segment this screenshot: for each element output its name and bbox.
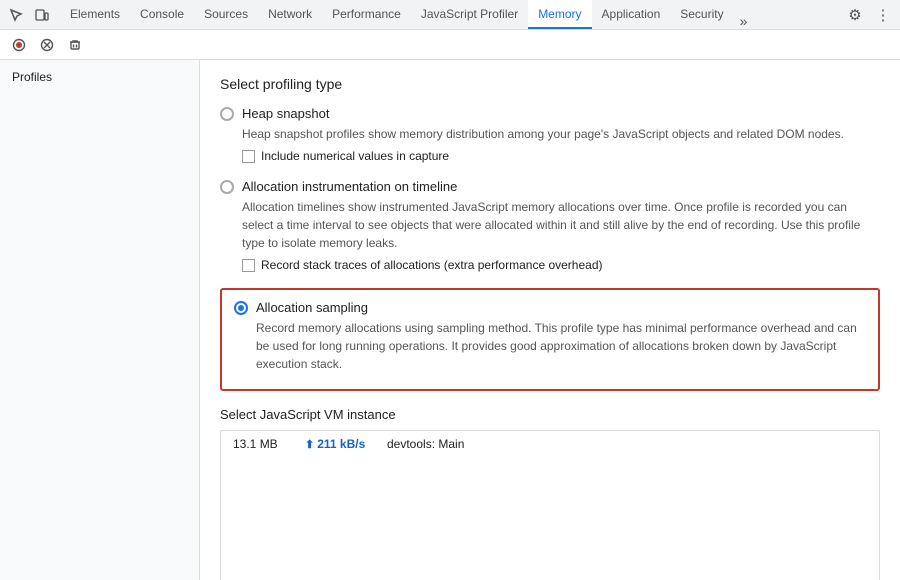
allocation-instrumentation-desc: Allocation timelines show instrumented J… (242, 198, 880, 252)
memory-toolbar (0, 30, 900, 60)
tab-elements[interactable]: Elements (60, 0, 130, 29)
clear-profiles-button[interactable] (36, 34, 58, 56)
sidebar: Profiles (0, 60, 200, 580)
tab-console[interactable]: Console (130, 0, 194, 29)
vm-instance-row[interactable]: 13.1 MB ⬆ 211 kB/s devtools: Main (221, 431, 879, 457)
tab-security[interactable]: Security (670, 0, 733, 29)
heap-snapshot-checkbox-row: Include numerical values in capture (242, 149, 880, 163)
allocation-sampling-option: Allocation sampling Record memory alloca… (234, 300, 866, 373)
customize-icon[interactable]: ⋮ (870, 2, 896, 28)
tabs-container: Elements Console Sources Network Perform… (60, 0, 842, 29)
allocation-instrumentation-label: Allocation instrumentation on timeline (242, 179, 457, 194)
settings-icon[interactable]: ⚙ (842, 2, 868, 28)
heap-snapshot-label: Heap snapshot (242, 106, 329, 121)
vm-placeholder (221, 457, 879, 580)
allocation-sampling-box: Allocation sampling Record memory alloca… (220, 288, 880, 391)
main-layout: Profiles Select profiling type Heap snap… (0, 60, 900, 580)
vm-name: devtools: Main (387, 437, 464, 451)
allocation-sampling-label: Allocation sampling (256, 300, 368, 315)
tab-memory[interactable]: Memory (528, 0, 591, 29)
delete-profile-button[interactable] (64, 34, 86, 56)
heap-snapshot-radio[interactable] (220, 107, 234, 121)
allocation-instrumentation-radio[interactable] (220, 180, 234, 194)
allocation-instrumentation-checkbox-label: Record stack traces of allocations (extr… (261, 258, 603, 272)
vm-rate: ⬆ 211 kB/s (305, 437, 375, 451)
heap-snapshot-checkbox[interactable] (242, 150, 255, 163)
vm-size: 13.1 MB (233, 437, 293, 451)
heap-snapshot-option: Heap snapshot Heap snapshot profiles sho… (220, 106, 880, 163)
vm-rate-icon: ⬆ (305, 438, 314, 451)
select-profiling-title: Select profiling type (220, 76, 880, 92)
vm-section-title: Select JavaScript VM instance (220, 407, 880, 422)
allocation-instrumentation-checkbox[interactable] (242, 259, 255, 272)
allocation-instrumentation-checkbox-row: Record stack traces of allocations (extr… (242, 258, 880, 272)
device-toolbar-icon[interactable] (30, 3, 54, 27)
inspect-icon[interactable] (4, 3, 28, 27)
more-tabs-button[interactable]: » (734, 13, 754, 29)
record-button[interactable] (8, 34, 30, 56)
tab-sources[interactable]: Sources (194, 0, 258, 29)
devtools-settings: ⚙ ⋮ (842, 2, 896, 28)
tab-javascript-profiler[interactable]: JavaScript Profiler (411, 0, 528, 29)
allocation-instrumentation-option: Allocation instrumentation on timeline A… (220, 179, 880, 272)
tab-application[interactable]: Application (592, 0, 671, 29)
allocation-sampling-radio[interactable] (234, 301, 248, 315)
devtools-icons (4, 3, 54, 27)
allocation-sampling-desc: Record memory allocations using sampling… (256, 319, 866, 373)
sidebar-profiles-label: Profiles (0, 64, 199, 90)
content-area: Select profiling type Heap snapshot Heap… (200, 60, 900, 580)
tab-bar: Elements Console Sources Network Perform… (0, 0, 900, 30)
tab-performance[interactable]: Performance (322, 0, 411, 29)
heap-snapshot-desc: Heap snapshot profiles show memory distr… (242, 125, 880, 143)
heap-snapshot-checkbox-label: Include numerical values in capture (261, 149, 449, 163)
tab-network[interactable]: Network (258, 0, 322, 29)
vm-instance-table: 13.1 MB ⬆ 211 kB/s devtools: Main (220, 430, 880, 580)
